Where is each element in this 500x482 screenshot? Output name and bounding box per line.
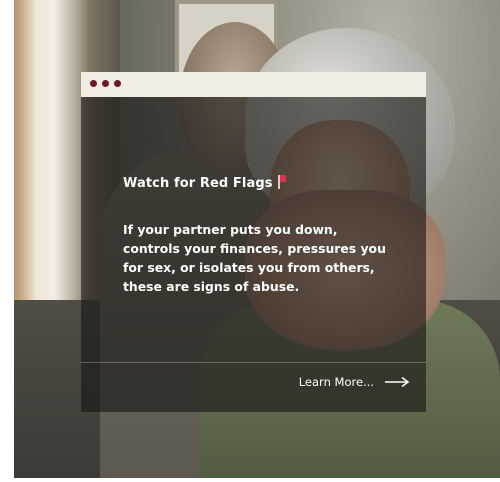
window-dot-icon	[90, 80, 97, 87]
post-image: Watch for Red Flags If your partner puts…	[0, 0, 500, 482]
info-card: Watch for Red Flags If your partner puts…	[81, 72, 426, 412]
image-border	[0, 0, 14, 482]
window-dot-icon	[114, 80, 121, 87]
card-title: Watch for Red Flags	[123, 175, 287, 191]
card-body-text: If your partner puts you down, controls …	[123, 222, 386, 294]
learn-more-label[interactable]: Learn More...	[299, 375, 374, 389]
card-title-text: Watch for Red Flags	[123, 176, 273, 191]
red-flag-icon	[277, 175, 287, 189]
card-titlebar	[81, 72, 426, 97]
image-border-bottom	[0, 478, 500, 482]
arrow-right-icon[interactable]	[384, 376, 410, 388]
card-divider	[81, 362, 426, 363]
window-dot-icon	[102, 80, 109, 87]
learn-more-link[interactable]: Learn More...	[299, 375, 410, 389]
